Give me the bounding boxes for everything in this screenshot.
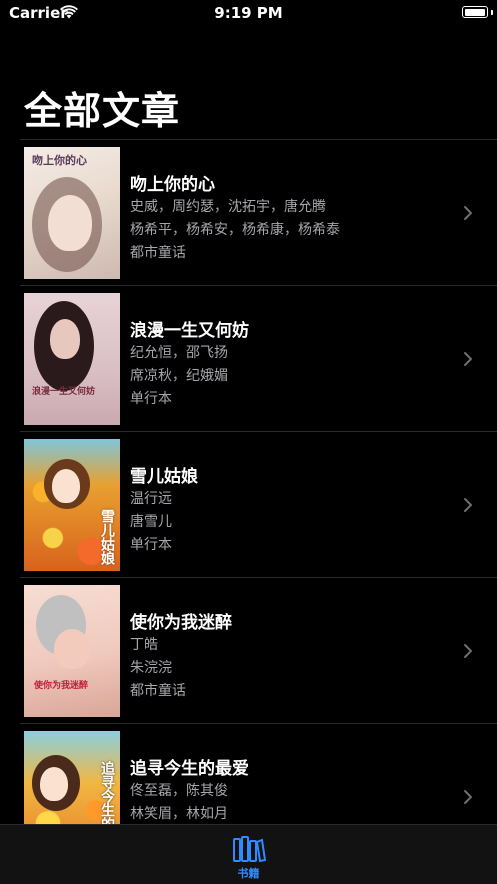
battery-icon: [462, 6, 488, 18]
book-row[interactable]: 雪儿姑娘 雪儿姑娘 温行远 唐雪儿 单行本: [0, 432, 497, 578]
chevron-right-icon: [464, 498, 472, 512]
book-female-leads: 杨希平，杨希安，杨希康，杨希泰: [130, 222, 340, 238]
book-female-leads: 席凉秋，纪娥媚: [130, 368, 228, 384]
book-male-leads: 佟至磊，陈其俊: [130, 783, 228, 799]
cover-title-text: 浪漫一生又何妨: [32, 387, 96, 397]
cover-title-text: 使你为我迷醉: [34, 681, 89, 691]
cover-face: [48, 195, 92, 251]
book-male-leads: 纪允恒，邵飞扬: [130, 345, 228, 361]
book-list[interactable]: 吻上你的心 吻上你的心 史威，周约瑟，沈拓宇，唐允腾 杨希平，杨希安，杨希康，杨…: [0, 140, 497, 824]
cover-art: 使你为我迷醉: [24, 585, 120, 717]
books-icon: [232, 836, 266, 863]
cover-art: 浪漫一生又何妨: [24, 293, 120, 425]
book-cover-image: 浪漫一生又何妨: [24, 293, 120, 425]
book-female-leads: 朱浣浣: [130, 660, 172, 676]
book-cover-image: 雪儿姑娘: [24, 439, 120, 571]
book-cover-image: 追寻今生的最爱: [24, 731, 120, 824]
book-title: 雪儿姑娘: [130, 467, 198, 487]
status-bar: Carrier 9:19 PM: [0, 0, 497, 28]
book-title: 吻上你的心: [130, 175, 215, 195]
chevron-right-icon: [464, 352, 472, 366]
cover-face: [52, 469, 80, 503]
book-series: 单行本: [130, 537, 172, 553]
book-row[interactable]: 追寻今生的最爱 追寻今生的最爱 佟至磊，陈其俊 林笑眉，林如月: [0, 724, 497, 824]
book-female-leads: 林笑眉，林如月: [130, 806, 228, 822]
book-series: 单行本: [130, 391, 172, 407]
book-male-leads: 史威，周约瑟，沈拓宇，唐允腾: [130, 199, 326, 215]
book-series: 都市童话: [130, 245, 186, 261]
book-cover-image: 吻上你的心: [24, 147, 120, 279]
chevron-right-icon: [464, 644, 472, 658]
tab-books[interactable]: 书籍: [220, 835, 277, 881]
cover-face: [54, 629, 90, 669]
chevron-right-icon: [464, 206, 472, 220]
book-male-leads: 丁皓: [130, 637, 158, 653]
battery-tip: [491, 10, 493, 15]
book-row[interactable]: 使你为我迷醉 使你为我迷醉 丁皓 朱浣浣 都市童话: [0, 578, 497, 724]
cover-title-text: 追寻今生的最爱: [99, 761, 115, 824]
book-title: 浪漫一生又何妨: [130, 321, 249, 341]
book-female-leads: 唐雪儿: [130, 514, 172, 530]
chevron-right-icon: [464, 790, 472, 804]
book-title: 使你为我迷醉: [130, 613, 232, 633]
book-cover-image: 使你为我迷醉: [24, 585, 120, 717]
page-title: 全部文章: [24, 89, 181, 133]
status-time: 9:19 PM: [214, 4, 283, 22]
cover-title-text: 雪儿姑娘: [99, 509, 115, 565]
cover-art: 雪儿姑娘: [24, 439, 120, 571]
tab-books-label: 书籍: [237, 867, 260, 880]
cover-face: [40, 767, 68, 801]
tab-bar: 书籍: [0, 824, 497, 884]
book-row[interactable]: 浪漫一生又何妨 浪漫一生又何妨 纪允恒，邵飞扬 席凉秋，纪娥媚 单行本: [0, 286, 497, 432]
cover-face: [50, 319, 80, 359]
cover-art: 追寻今生的最爱: [24, 731, 120, 824]
book-male-leads: 温行远: [130, 491, 172, 507]
book-series: 都市童话: [130, 683, 186, 699]
book-row[interactable]: 吻上你的心 吻上你的心 史威，周约瑟，沈拓宇，唐允腾 杨希平，杨希安，杨希康，杨…: [0, 140, 497, 286]
cover-art: 吻上你的心: [24, 147, 120, 279]
book-title: 追寻今生的最爱: [130, 759, 249, 779]
cover-title-text: 吻上你的心: [32, 154, 87, 167]
